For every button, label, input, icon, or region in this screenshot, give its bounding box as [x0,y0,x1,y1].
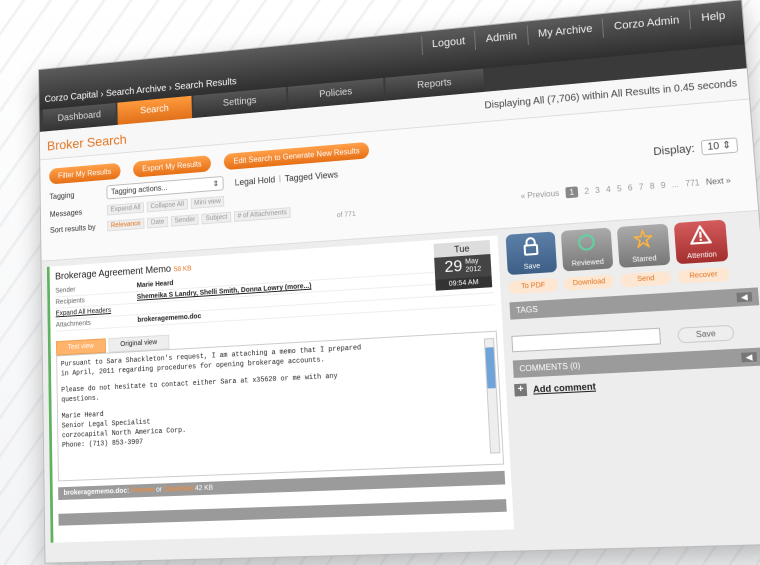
attention-action-label: Attention [687,251,717,260]
download-link[interactable]: Download [164,485,194,493]
legal-hold-link[interactable]: Legal Hold [235,174,276,187]
my-archive-link[interactable]: My Archive [526,18,603,45]
date-day: 29 [444,258,463,277]
attention-action[interactable]: Attention [674,220,729,265]
display-label: Display: [653,142,695,157]
admin-link[interactable]: Admin [474,25,527,49]
corzo-admin-link[interactable]: Corzo Admin [602,9,690,37]
email-size: 58 KB [174,265,192,273]
mini-view-button[interactable]: Mini view [190,196,224,209]
pager-page[interactable]: 771 [685,178,700,188]
tag-save-button[interactable]: Save [677,324,735,343]
scrollbar-thumb[interactable] [485,347,495,388]
pager-ellipsis: ... [672,180,680,190]
star-icon [632,228,655,250]
pager-page[interactable]: 2 [584,187,589,196]
status-actions: Save Reviewed Starred Attention [506,218,756,275]
pager-page[interactable]: 5 [617,184,622,193]
email-body: Pursuant to Sara Shackleton's request, I… [56,331,504,482]
side-panel: Save Reviewed Starred Attention To PDF D… [497,218,760,530]
sort-date[interactable]: Date [147,216,168,228]
pager-page[interactable]: 7 [639,182,644,191]
comments-title: COMMENTS (0) [519,361,581,373]
preview-link[interactable]: Preview [131,487,154,495]
sort-label: Sort results by [50,222,107,235]
top-nav: Logout Admin My Archive Corzo Admin Help [421,5,737,55]
pager-previous[interactable]: « Previous [520,189,559,201]
pager-page[interactable]: 9 [661,181,666,190]
collapse-arrow-icon[interactable]: ◀ [736,292,752,302]
logout-link[interactable]: Logout [421,31,476,55]
divider: | [279,174,281,183]
date-month-year: May 2012 [465,258,482,275]
tags-title: TAGS [516,305,538,315]
tag-input-row: Save [511,322,760,352]
page-count: of 771 [337,211,356,219]
bottom-bar [58,499,506,526]
save-action-label: Save [524,263,541,271]
body-scrollbar[interactable] [484,338,501,454]
sender-value: Marie Heard [137,280,174,289]
save-action[interactable]: Save [506,231,558,275]
attachments-label: Attachments [56,317,138,329]
circle-icon [575,232,597,254]
starred-action-label: Starred [632,255,657,264]
tags-header[interactable]: TAGS ◀ [509,287,759,319]
tagging-label: Tagging [49,188,106,201]
sort-attachments[interactable]: # of Attachments [234,207,291,222]
download-button[interactable]: Download [564,274,615,290]
display-count-value: 10 [707,141,720,153]
select-arrows-icon: ⇕ [213,179,219,188]
reviewed-action[interactable]: Reviewed [561,228,614,272]
pager-page[interactable]: 3 [595,186,600,195]
recover-button[interactable]: Recover [677,267,730,284]
warning-icon [689,224,712,246]
date-month: May [465,258,479,266]
tag-input[interactable] [511,328,661,353]
attachment-file: brokeragememo.doc: [64,488,130,497]
collapse-all-button[interactable]: Collapse All [147,199,188,213]
sort-subject[interactable]: Subject [202,212,232,225]
tagged-views-link[interactable]: Tagged Views [285,169,339,183]
sort-relevance[interactable]: Relevance [107,218,144,231]
starred-action[interactable]: Starred [617,224,671,268]
pager-next[interactable]: Next » [706,176,732,187]
display-count-select[interactable]: 10 ⇕ [700,137,738,155]
help-link[interactable]: Help [689,5,737,29]
add-comment-link[interactable]: Add comment [533,381,596,394]
date-badge: Tue 29 May 2012 09:54 AM [433,240,492,291]
stage: Logout Admin My Archive Corzo Admin Help… [0,0,760,565]
export-results-button[interactable]: Export My Results [133,155,211,177]
date-year: 2012 [465,266,481,274]
collapse-arrow-icon[interactable]: ◀ [741,352,757,362]
sort-sender[interactable]: Sender [171,214,199,227]
pager-page[interactable]: 1 [565,186,579,198]
pager-page[interactable]: 6 [628,183,633,192]
tagging-select-value: Tagging actions... [111,183,168,196]
app-window: Logout Admin My Archive Corzo Admin Help… [38,0,760,564]
or-text: or [156,486,162,493]
lock-icon [520,235,542,257]
reviewed-action-label: Reviewed [572,259,604,268]
tagging-select[interactable]: Tagging actions... ⇕ [106,176,223,200]
send-button[interactable]: Send [620,271,672,288]
pager-page[interactable]: 4 [606,185,611,194]
plus-icon: + [514,384,527,397]
expand-all-button[interactable]: Expand All [107,202,144,215]
email-preview: Brokerage Agreement Memo 58 KB Tue 29 May… [47,235,514,542]
filter-results-button[interactable]: Filter My Results [49,163,120,185]
result-area: Brokerage Agreement Memo 58 KB Tue 29 May… [42,211,760,549]
to-pdf-button[interactable]: To PDF [508,278,558,294]
page-title: Broker Search [47,132,127,154]
attachment-size: 42 KB [195,485,213,493]
expand-headers-link[interactable]: Expand All Headers [56,307,112,317]
attachment-name[interactable]: brokeragememo.doc [137,313,201,324]
pager-page[interactable]: 8 [649,182,654,191]
messages-label: Messages [50,206,107,219]
